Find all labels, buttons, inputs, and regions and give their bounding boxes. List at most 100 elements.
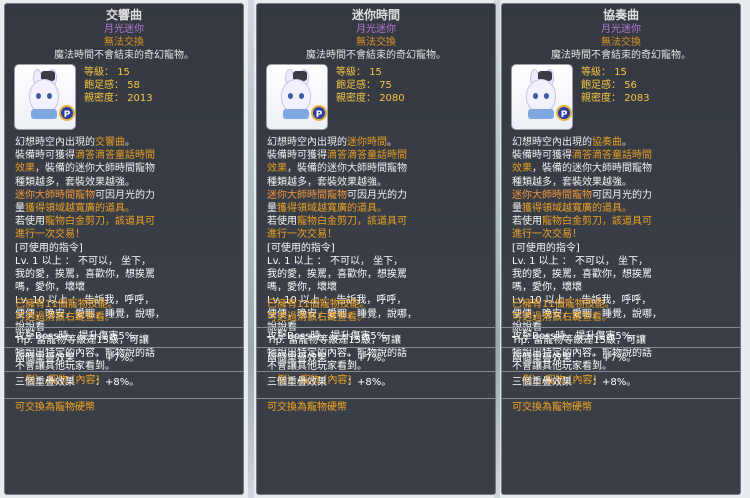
pet-dress-icon [283, 109, 309, 119]
body-text-segment: 可因月光的力 [95, 189, 155, 201]
pet-tooltip-concerto: 協奏曲 月光迷你 無法交換 魔法時間不會結束的奇幻寵物。 P 等級： 15 飽足… [501, 3, 741, 495]
pet-sprite-icon [281, 79, 311, 113]
body-text-segment: ，裝備的迷你大師時間寵物 [35, 163, 155, 175]
level-stat: 等級： 15 [84, 67, 130, 78]
divider [257, 398, 495, 399]
pet-coin-exchange: 可交換為寵物硬幣 [267, 402, 347, 413]
body-line: 幻想時空內出現的交響曲。 [15, 136, 237, 149]
stack-effect-two: 兩個重疊效果 ：+7%。 [267, 353, 392, 364]
body-line: 迷你大師時間寵物可因月光的力 [15, 189, 237, 202]
fullness-stat: 飽足感： 56 [581, 80, 637, 91]
body-text-segment: 量 [512, 203, 522, 215]
pet-name-title: 協奏曲 [602, 8, 639, 22]
pet-tooltip-symphony: 交響曲 月光迷你 無法交換 魔法時間不會結束的奇幻寵物。 P 等級： 15 飽足… [4, 3, 244, 495]
stack-effect-two: 兩個重疊效果 ：+7%。 [15, 353, 140, 364]
pet-portrait: P [14, 64, 76, 130]
body-text-segment: 。 [387, 137, 397, 148]
body-text-segment: 獲得領域越寬廣的道具。 [25, 203, 135, 215]
body-text-segment: 。 [622, 137, 632, 148]
body-text-segment: 我的愛，挨罵，喜歡你，想挨罵 [267, 269, 407, 281]
body-text-segment: 可因月光的力 [347, 189, 407, 201]
body-text-segment: 獲得領域越寬廣的道具。 [522, 203, 632, 215]
pet-sprite-icon [526, 79, 556, 113]
body-line: [可使用的指令] [512, 242, 734, 255]
body-line: 裝備時可獲得滴答滴答童話時間 [512, 149, 734, 162]
divider [502, 347, 740, 348]
pet-header: P 等級： 15 飽足感： 56 親密度： 2083 [502, 64, 740, 136]
body-line: 效果，裝備的迷你大師時間寵物 [512, 162, 734, 175]
divider [5, 327, 243, 328]
body-text-segment: 滴答滴答童話時間 [327, 150, 407, 162]
body-text-segment: 寵物白金剪刀，該道具可 [297, 216, 407, 228]
body-line: 進行一次交易！ [15, 228, 237, 241]
trade-restriction: 無法交換 [104, 37, 144, 48]
pet-skills-count: 已擁有11個寵物技能。 [267, 299, 370, 310]
pet-header: P 等級： 15 飽足感： 75 親密度： 2080 [257, 64, 495, 136]
body-text-segment: ，裝備的迷你大師時間寵物 [287, 163, 407, 175]
body-line: [可使用的指令] [15, 242, 237, 255]
body-text-segment: 若使用 [512, 216, 542, 228]
body-text-segment: 裝備時可獲得 [15, 150, 75, 162]
body-text-segment: 若使用 [15, 216, 45, 228]
body-line: 種類越多，套裝效果越強。 [267, 176, 489, 189]
pet-portrait: P [266, 64, 328, 130]
body-text-segment: 嗎，愛你，壞壞 [15, 282, 85, 294]
pet-name-title: 迷你時間 [351, 8, 400, 22]
pet-description: 魔法時間不會結束的奇幻寵物。 [54, 50, 194, 61]
body-text-segment: 量 [15, 203, 25, 215]
body-line: 量獲得領域越寬廣的道具。 [512, 202, 734, 215]
divider [502, 371, 740, 372]
body-line: 嗎，愛你，壞壞 [512, 281, 734, 294]
pet-effects: 已擁有11個寵物技能。 可透過滑鼠右鍵查看。 攻擊Boss時，提升傷害5%。 兩… [5, 298, 243, 494]
pet-description: 魔法時間不會結束的奇幻寵物。 [306, 50, 446, 61]
body-line: 幻想時空內出現的迷你時間。 [267, 136, 489, 149]
body-text-segment: 滴答滴答童話時間 [572, 150, 652, 162]
body-text-segment: 種類越多，套裝效果越強。 [15, 176, 135, 188]
pet-coin-exchange: 可交換為寵物硬幣 [512, 402, 592, 413]
pet-skills-hint: 可透過滑鼠右鍵查看。 [512, 312, 612, 323]
body-line: 若使用寵物白金剪刀，該道具可 [512, 215, 734, 228]
divider [257, 371, 495, 372]
body-text-segment: [可使用的指令] [15, 242, 83, 254]
body-text-segment: 效果 [15, 163, 35, 175]
body-text-segment: 迷你大師時間寵物 [512, 189, 592, 201]
body-line: 若使用寵物白金剪刀，該道具可 [267, 215, 489, 228]
body-line: 種類越多，套裝效果越強。 [512, 176, 734, 189]
pet-eye-icon [36, 93, 41, 99]
body-text-segment: Lv. 1 以上 ： 不可以， 坐下， [267, 255, 404, 267]
body-line: 迷你大師時間寵物可因月光的力 [512, 189, 734, 202]
trade-restriction: 無法交換 [601, 37, 641, 48]
level-stat: 等級： 15 [581, 67, 627, 78]
body-line: Lv. 1 以上 ： 不可以， 坐下， [512, 255, 734, 268]
divider [5, 371, 243, 372]
pet-rank: 月光迷你 [601, 24, 641, 35]
stack-effect-three: 三個重疊效果 ：+8%。 [267, 377, 392, 388]
body-text-segment: 嗎，愛你，壞壞 [512, 282, 582, 294]
body-line: 嗎，愛你，壞壞 [15, 281, 237, 294]
boss-damage-effect: 攻擊Boss時，提升傷害5%。 [267, 331, 397, 342]
pet-dress-icon [31, 109, 57, 119]
body-line: 進行一次交易！ [267, 228, 489, 241]
body-line: Lv. 1 以上 ： 不可以， 坐下， [15, 255, 237, 268]
pet-eye-icon [288, 93, 293, 99]
body-text-segment: 裝備時可獲得 [512, 150, 572, 162]
divider [5, 347, 243, 348]
body-text-segment: [可使用的指令] [267, 242, 335, 254]
stack-effect-three: 三個重疊效果 ：+8%。 [512, 377, 637, 388]
divider [257, 347, 495, 348]
pet-skills-hint: 可透過滑鼠右鍵查看。 [267, 312, 367, 323]
body-line: 量獲得領域越寬廣的道具。 [267, 202, 489, 215]
body-text-segment: 迷你大師時間寵物 [267, 189, 347, 201]
divider [502, 398, 740, 399]
body-text-segment: Lv. 1 以上 ： 不可以， 坐下， [15, 255, 152, 267]
body-line: 種類越多，套裝效果越強。 [15, 176, 237, 189]
body-line: 迷你大師時間寵物可因月光的力 [267, 189, 489, 202]
body-text-segment: 種類越多，套裝效果越強。 [267, 176, 387, 188]
body-line: 量獲得領域越寬廣的道具。 [15, 202, 237, 215]
pet-dress-icon [528, 109, 554, 119]
divider [5, 398, 243, 399]
pet-stats: 等級： 15 飽足感： 56 親密度： 2083 [581, 66, 650, 105]
body-text-segment: 可因月光的力 [592, 189, 652, 201]
body-text-segment: 我的愛，挨罵，喜歡你，想挨罵 [15, 269, 155, 281]
divider [502, 327, 740, 328]
